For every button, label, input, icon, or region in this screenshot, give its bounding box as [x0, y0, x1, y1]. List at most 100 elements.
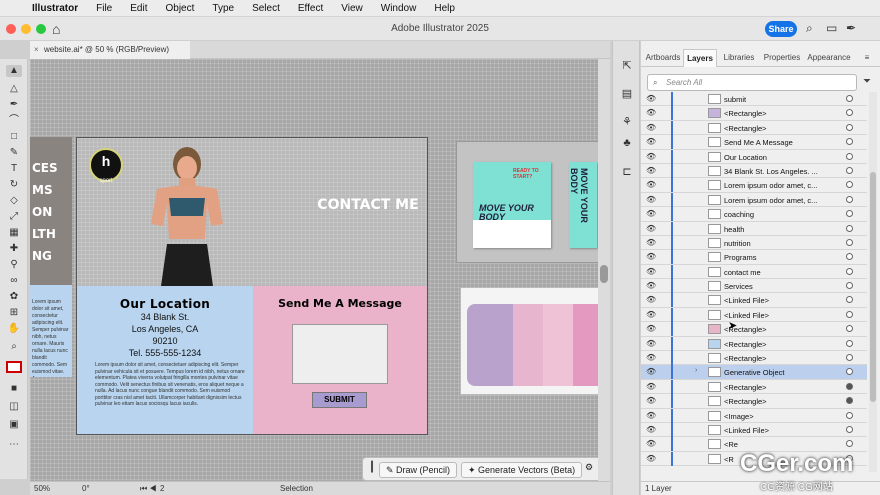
- layer-row[interactable]: 👁 <Linked File>: [641, 422, 867, 438]
- brochure-artboard[interactable]: READY TO START? MOVE YOUR BODY MOVE YOUR…: [456, 141, 598, 263]
- layer-row[interactable]: 👁 <Linked File>: [641, 307, 867, 323]
- layer-name[interactable]: <Rectangle>: [724, 383, 767, 392]
- layer-name[interactable]: <Rectangle>: [724, 124, 767, 133]
- pen-tip-icon[interactable]: ✒: [846, 21, 856, 35]
- menu-file[interactable]: File: [96, 3, 112, 14]
- visibility-eye-icon[interactable]: 👁: [646, 425, 656, 434]
- properties-icon[interactable]: ▤: [620, 87, 634, 101]
- target-circle-icon[interactable]: [846, 397, 853, 405]
- artboard-nav-icon[interactable]: ⏮ ◀: [140, 484, 157, 494]
- layer-row[interactable]: 👁 Services: [641, 279, 867, 294]
- tab-libraries[interactable]: Libraries: [719, 49, 759, 67]
- target-circle-icon[interactable]: [846, 181, 853, 189]
- layer-row[interactable]: 👁 Lorem ipsum odor amet, c...: [641, 178, 867, 193]
- target-circle-icon[interactable]: [846, 152, 853, 160]
- layer-row[interactable]: 👁 submit: [641, 92, 867, 107]
- visibility-eye-icon[interactable]: 👁: [646, 353, 656, 362]
- visibility-eye-icon[interactable]: 👁: [646, 454, 656, 463]
- layers-scrollbar[interactable]: [869, 92, 877, 472]
- target-circle-icon[interactable]: [846, 296, 853, 304]
- tab-layers[interactable]: Layers: [683, 49, 717, 67]
- generative-swatch-artboard[interactable]: [460, 287, 598, 395]
- contact-artboard[interactable]: h sport CONTACT ME Our Location 34 Blank …: [76, 137, 428, 435]
- scale-tool-icon[interactable]: ⤢: [6, 211, 22, 223]
- color-mode-icon[interactable]: ■: [6, 383, 22, 395]
- layer-row[interactable]: 👁 <Rectangle>: [641, 351, 867, 366]
- rectangle-tool-icon[interactable]: □: [6, 131, 22, 143]
- mesh-tool-icon[interactable]: ✚: [6, 243, 22, 255]
- layer-name[interactable]: contact me: [724, 268, 761, 277]
- visibility-eye-icon[interactable]: 👁: [646, 439, 656, 448]
- tab-appearance[interactable]: Appearance: [805, 49, 853, 67]
- pen-tool-icon[interactable]: ✒: [6, 99, 22, 111]
- target-circle-icon[interactable]: [846, 166, 853, 174]
- layer-name[interactable]: Lorem ipsum odor amet, c...: [724, 196, 817, 205]
- layer-name[interactable]: <Image>: [724, 412, 754, 421]
- menu-object[interactable]: Object: [165, 3, 194, 14]
- menu-window[interactable]: Window: [381, 3, 417, 14]
- visibility-eye-icon[interactable]: 👁: [646, 411, 656, 420]
- document-tab[interactable]: × website.ai* @ 50 % (RGB/Preview): [30, 41, 190, 59]
- layers-search-input[interactable]: ⌕ Search All: [647, 74, 857, 91]
- eraser-tool-icon[interactable]: ◇: [6, 195, 22, 207]
- tab-artboards[interactable]: Artboards: [643, 49, 683, 67]
- layer-name[interactable]: Generative Object: [724, 368, 784, 377]
- visibility-eye-icon[interactable]: 👁: [646, 166, 656, 175]
- drag-handle-icon[interactable]: ┃: [369, 462, 375, 473]
- visibility-eye-icon[interactable]: 👁: [646, 267, 656, 276]
- layer-name[interactable]: submit: [724, 95, 746, 104]
- expand-chevron-icon[interactable]: ›: [695, 367, 697, 374]
- layer-row[interactable]: 👁 Our Location: [641, 149, 867, 164]
- layer-row[interactable]: 👁 › Generative Object: [641, 365, 867, 380]
- visibility-eye-icon[interactable]: 👁: [646, 281, 656, 290]
- search-icon[interactable]: ⌕: [806, 21, 813, 36]
- target-circle-icon[interactable]: [846, 253, 853, 261]
- type-tool-icon[interactable]: T: [6, 163, 22, 175]
- layer-name[interactable]: <Re: [724, 440, 738, 449]
- visibility-eye-icon[interactable]: 👁: [646, 108, 656, 117]
- target-circle-icon[interactable]: [846, 238, 853, 246]
- visibility-eye-icon[interactable]: 👁: [646, 94, 656, 103]
- visibility-eye-icon[interactable]: 👁: [646, 137, 656, 146]
- puppet-icon[interactable]: ⚘: [620, 115, 634, 129]
- target-circle-icon[interactable]: [846, 310, 853, 318]
- visibility-eye-icon[interactable]: 👁: [646, 324, 656, 333]
- visibility-eye-icon[interactable]: 👁: [646, 123, 656, 132]
- direct-selection-tool-icon[interactable]: △: [6, 83, 22, 95]
- eyedropper-tool-icon[interactable]: ⚲: [6, 259, 22, 271]
- canvas-vertical-scrollbar[interactable]: [598, 59, 610, 481]
- menu-app[interactable]: Illustrator: [32, 3, 78, 14]
- rotate-tool-icon[interactable]: ↻: [6, 179, 22, 191]
- visibility-eye-icon[interactable]: 👁: [646, 339, 656, 348]
- layer-row[interactable]: 👁 <Rectangle>: [641, 322, 867, 337]
- target-circle-icon[interactable]: [846, 354, 853, 362]
- close-tab-icon[interactable]: ×: [34, 41, 39, 59]
- tab-properties[interactable]: Properties: [761, 49, 803, 67]
- filter-icon[interactable]: ⏷: [863, 76, 871, 87]
- layer-name[interactable]: nutrition: [724, 239, 751, 248]
- pencil-tool-icon[interactable]: ✎: [6, 147, 22, 159]
- layer-row[interactable]: 👁 nutrition: [641, 235, 867, 251]
- layer-row[interactable]: 👁 Programs: [641, 250, 867, 265]
- layer-name[interactable]: 34 Blank St. Los Angeles. ...: [724, 167, 818, 176]
- menu-select[interactable]: Select: [252, 3, 280, 14]
- export-icon[interactable]: ⇱: [620, 59, 634, 73]
- partial-artboard[interactable]: CES MS ON LTH NG Lorem ipsum dolor sit a…: [30, 137, 72, 377]
- visibility-eye-icon[interactable]: 👁: [646, 152, 656, 161]
- layer-row[interactable]: 👁 <Linked File>: [641, 293, 867, 308]
- artboard-tool-icon[interactable]: ⊞: [6, 307, 22, 319]
- menu-type[interactable]: Type: [212, 3, 234, 14]
- generate-vectors-button[interactable]: ✦ Generate Vectors (Beta): [461, 462, 583, 478]
- visibility-eye-icon[interactable]: 👁: [646, 295, 656, 304]
- drawing-mode-icon[interactable]: ◫: [6, 401, 22, 413]
- layer-row[interactable]: 👁 <Rectangle>: [641, 120, 867, 136]
- layer-row[interactable]: 👁 <Rectangle>: [641, 379, 867, 395]
- symbol-sprayer-icon[interactable]: ✿: [6, 291, 22, 303]
- target-circle-icon[interactable]: [846, 210, 853, 218]
- draw-pencil-button[interactable]: ✎ Draw (Pencil): [379, 462, 458, 478]
- layer-row[interactable]: 👁 coaching: [641, 207, 867, 222]
- layer-name[interactable]: <Rectangle>: [724, 354, 767, 363]
- layer-row[interactable]: 👁 34 Blank St. Los Angeles. ...: [641, 163, 867, 179]
- layer-name[interactable]: Services: [724, 282, 753, 291]
- hand-tool-icon[interactable]: ✋: [6, 323, 22, 335]
